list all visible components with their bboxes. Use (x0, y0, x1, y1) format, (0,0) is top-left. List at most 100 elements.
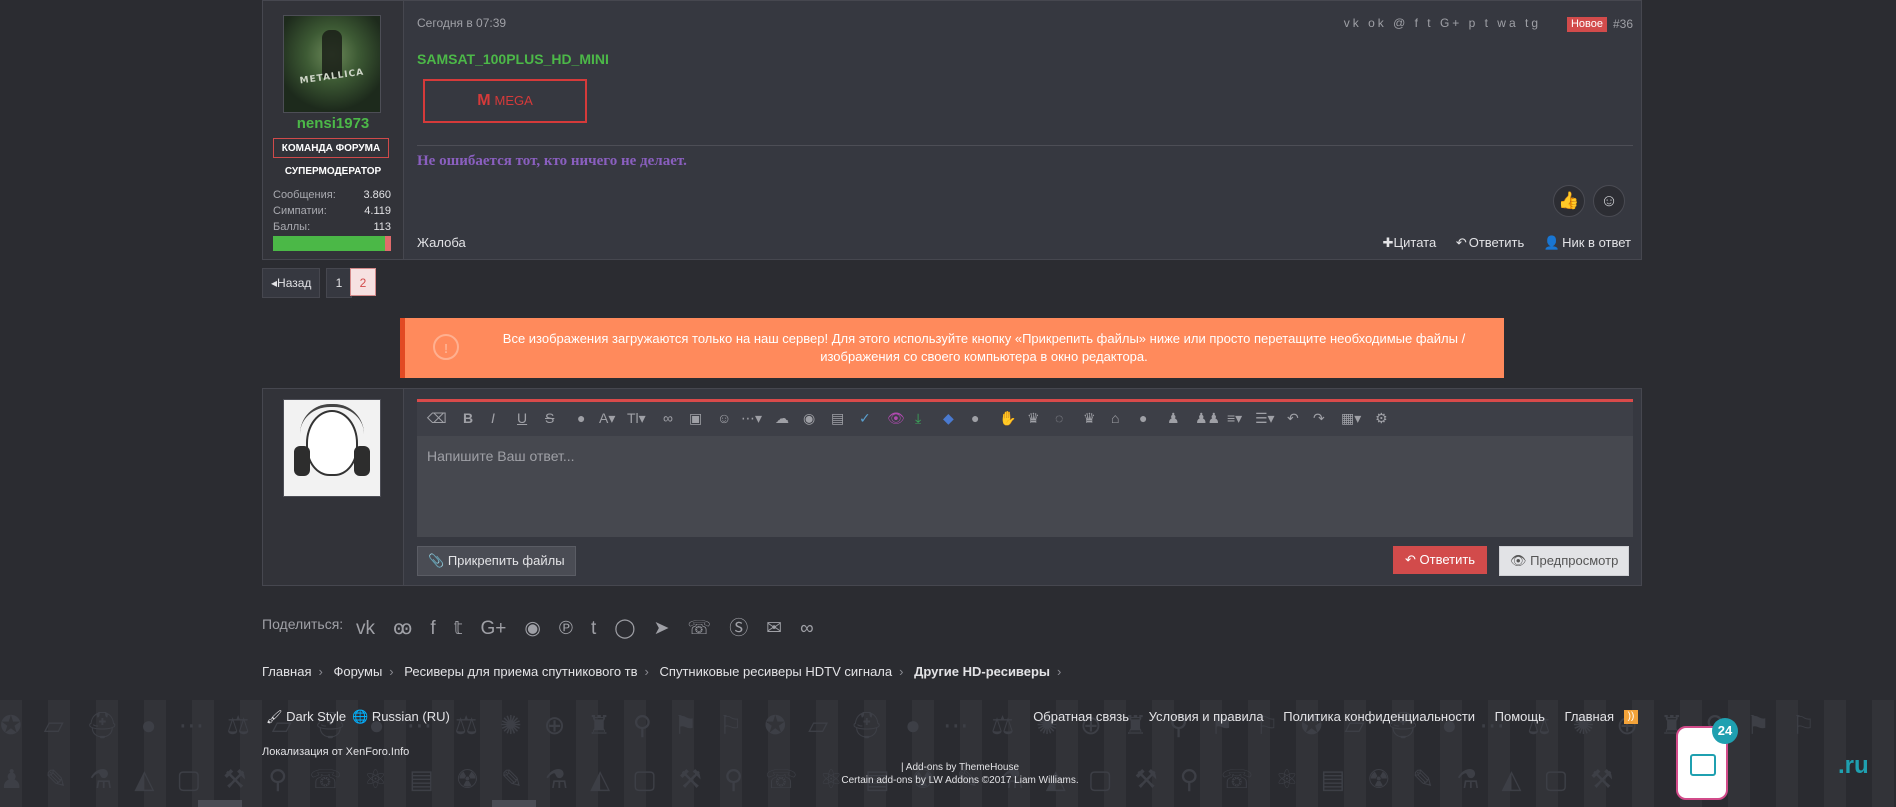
username[interactable]: nensi1973 (263, 115, 403, 132)
footer-link-terms[interactable]: Условия и правила (1149, 709, 1264, 724)
comment-icon[interactable]: ● (971, 410, 979, 426)
editor-toolbar: ⌫ B I U S ● A▾ Tl▾ ∞ ▣ ☺ ⋯▾ ☁ ◉ ▤ ✓ 👁 ⤓ … (417, 402, 1633, 436)
post-title: SAMSAT_100PLUS_HD_MINI (417, 51, 609, 67)
telegram-icon[interactable]: ➤ (654, 618, 670, 639)
font-family-icon[interactable]: Tl▾ (627, 410, 646, 427)
image-icon[interactable]: ▣ (689, 410, 702, 427)
attach-files-button[interactable]: 📎 Прикрепить файлы (417, 546, 576, 576)
reply-user-pane (263, 389, 404, 585)
undo-icon[interactable]: ↶ (1287, 410, 1299, 427)
post-date[interactable]: Сегодня в 07:39 (417, 16, 506, 30)
report-link[interactable]: Жалоба (417, 235, 466, 250)
tumblr-icon[interactable]: t (591, 618, 596, 639)
list-icon[interactable]: ☰▾ (1255, 410, 1275, 427)
reaction-smile-icon[interactable]: ☺ (1593, 185, 1625, 217)
thumbs-icon[interactable]: ✋ (999, 410, 1016, 427)
pinterest-icon[interactable]: ℗ (559, 618, 573, 639)
skype-icon[interactable]: Ⓢ (729, 618, 748, 639)
italic-icon[interactable]: I (491, 410, 495, 426)
stat-value: 3.860 (363, 189, 391, 201)
gear-icon[interactable]: ⚙ (1375, 410, 1388, 427)
mega-link[interactable]: M MEGA (423, 79, 587, 123)
pagination-page-current[interactable]: 2 (350, 268, 376, 296)
cup-icon[interactable]: ♛ (1083, 410, 1096, 427)
save-draft-icon[interactable]: ▦▾ (1341, 410, 1361, 427)
user-pane: METALLICA nensi1973 КОМАНДА ФОРУМА СУПЕР… (263, 1, 404, 259)
stat-likes: Симпатии: 4.119 (273, 205, 391, 217)
ok-icon[interactable]: ꙭ (393, 618, 412, 639)
camera-icon[interactable]: ◉ (803, 410, 815, 427)
addons-line-1[interactable]: | Add-ons by ThemeHouse (760, 761, 1160, 774)
link-icon[interactable]: ∞ (663, 410, 673, 426)
viber-icon[interactable]: ☏ (687, 618, 711, 639)
vk-icon[interactable]: vk (356, 618, 375, 639)
font-size-icon[interactable]: A▾ (599, 410, 615, 427)
preview-button[interactable]: 👁 Предпросмотр (1499, 546, 1630, 576)
submit-reply-button[interactable]: ↶ Ответить (1393, 546, 1488, 574)
current-user-avatar[interactable] (283, 399, 381, 497)
shield-icon[interactable]: ◆ (943, 410, 954, 427)
user-avatar[interactable]: METALLICA (283, 15, 381, 113)
breadcrumb-item[interactable]: Спутниковые ресиверы HDTV сигнала (660, 664, 893, 679)
like-icon[interactable]: 👍 (1553, 185, 1585, 217)
color-icon[interactable]: ● (577, 410, 585, 426)
localization-credit[interactable]: Локализация от XenForo.Info (262, 746, 409, 758)
user-icon[interactable]: ♟ (1167, 410, 1180, 427)
quick-reply: ⌫ B I U S ● A▾ Tl▾ ∞ ▣ ☺ ⋯▾ ☁ ◉ ▤ ✓ 👁 ⤓ … (262, 388, 1642, 586)
signature-divider (417, 145, 1633, 146)
chat-icon[interactable]: ◌ (1055, 410, 1063, 426)
quote-button[interactable]: ✚Цитата (1383, 235, 1437, 250)
upload-notice: ! Все изображения загружаются только на … (400, 318, 1504, 378)
check-icon[interactable]: ✓ (859, 410, 871, 427)
pagination-page-1[interactable]: 1 (326, 268, 352, 298)
twitter-icon[interactable]: 𝕥 (454, 618, 463, 639)
post-number[interactable]: #36 (1613, 17, 1633, 31)
redo-icon[interactable]: ↷ (1313, 410, 1325, 427)
post-share-icons[interactable]: vk ok @ f t G+ p t wa tg (1344, 16, 1541, 30)
basket-icon (1690, 754, 1716, 776)
smilie-icon[interactable]: ☺ (717, 410, 731, 426)
strike-icon[interactable]: S (545, 410, 554, 426)
lock-icon[interactable]: ⌂ (1111, 410, 1119, 426)
whatsapp-icon[interactable]: ◯ (614, 618, 635, 639)
trophy-icon[interactable]: ♛ (1027, 410, 1040, 427)
align-icon[interactable]: ≡▾ (1227, 410, 1242, 427)
stat-label: Симпатии: (273, 205, 327, 217)
more-icon[interactable]: ⋯▾ (741, 410, 762, 427)
footer-link-help[interactable]: Помощь (1495, 709, 1545, 724)
rss-icon[interactable]: )) (1624, 710, 1638, 724)
nick-reply-button[interactable]: 👤 Ник в ответ (1544, 235, 1631, 250)
spoiler-icon[interactable]: 👁 (887, 410, 905, 427)
breadcrumb-item[interactable]: Главная (262, 664, 311, 679)
footer-link-privacy[interactable]: Политика конфиденциальности (1283, 709, 1475, 724)
upload-icon[interactable]: ☁ (775, 410, 789, 427)
email-icon[interactable]: ✉ (766, 618, 782, 639)
link-icon[interactable]: ∞ (800, 618, 814, 639)
shop-widget[interactable]: 24 (1676, 718, 1738, 800)
google-plus-icon[interactable]: G+ (480, 618, 506, 639)
bomb-icon[interactable]: ● (1139, 410, 1147, 426)
reply-button[interactable]: ↶ Ответить (1456, 235, 1524, 250)
breadcrumb-item[interactable]: Форумы (333, 664, 382, 679)
breadcrumb-item[interactable]: Ресиверы для приема спутникового тв (404, 664, 637, 679)
addons-line-2[interactable]: Certain add-ons by LW Addons ©2017 Liam … (760, 774, 1160, 787)
pagination-back[interactable]: ◂Назад (262, 268, 321, 298)
footer-link-contact[interactable]: Обратная связь (1033, 709, 1129, 724)
media-icon[interactable]: ▤ (831, 410, 844, 427)
style-chooser[interactable]: 🖌 Dark Style (266, 709, 346, 725)
stat-points: Баллы: 113 (273, 221, 391, 233)
post: METALLICA nensi1973 КОМАНДА ФОРУМА СУПЕР… (262, 0, 1642, 260)
post-actions: ✚Цитата ↶ Ответить 👤 Ник в ответ (1367, 235, 1631, 251)
breadcrumb-item-current[interactable]: Другие HD-ресиверы (914, 664, 1050, 679)
facebook-icon[interactable]: f (430, 618, 435, 639)
underline-icon[interactable]: U (517, 410, 527, 426)
reddit-icon[interactable]: ◉ (524, 618, 541, 639)
footer-link-home[interactable]: Главная (1565, 709, 1614, 724)
eraser-icon[interactable]: ⌫ (427, 410, 447, 427)
users-icon[interactable]: ♟♟ (1195, 410, 1220, 427)
reply-textarea[interactable]: Напишите Ваш ответ... (417, 436, 1633, 537)
bold-icon[interactable]: B (463, 410, 473, 426)
language-chooser[interactable]: 🌐 Russian (RU) (352, 709, 450, 725)
scroll-marker (492, 800, 536, 807)
download-icon[interactable]: ⤓ (915, 410, 921, 427)
